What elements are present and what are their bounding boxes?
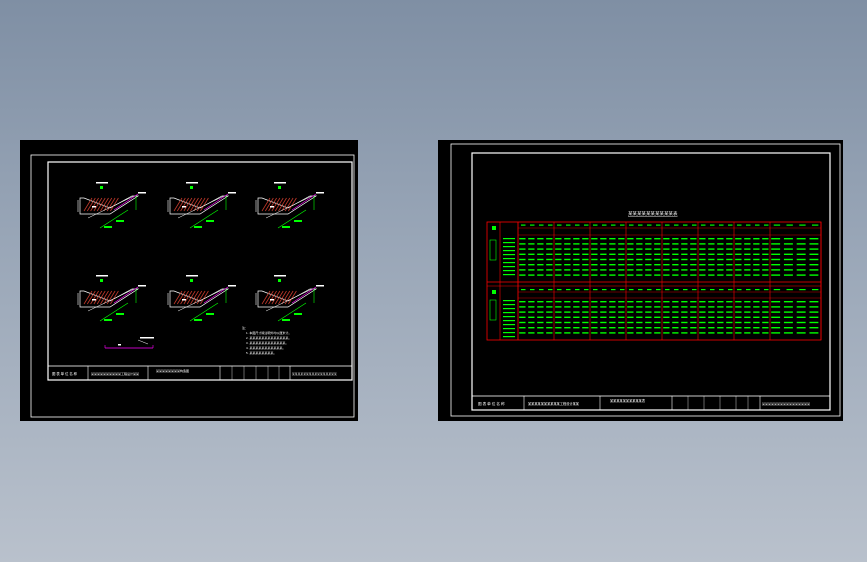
right-inner-frame xyxy=(471,152,831,411)
note-line: 注： xyxy=(242,325,248,330)
section-detail xyxy=(77,275,146,322)
cad-model-viewport[interactable]: 注： 1. 本图尺寸除注明外均以厘米计。 2. 某某某某某某某某某某某某某。 3… xyxy=(0,0,867,562)
standalone-detail xyxy=(104,337,154,349)
section-detail xyxy=(255,182,324,229)
title-block-cell: 某某某某某某某某某某某某某某某某 xyxy=(762,401,810,406)
note-line: 1. 本图尺寸除注明外均以厘米计。 xyxy=(246,330,291,335)
left-outer-frame xyxy=(30,154,355,418)
title-block-cell: 图 表 单 位 名 称 xyxy=(52,371,78,376)
section-detail xyxy=(167,182,236,229)
right-outer-frame xyxy=(450,143,841,417)
note-line: 5. 某某某某某某某某。 xyxy=(246,350,276,355)
left-title-block: 图 表 单 位 名 称 某某某某某某某某某某工程设计某某 某某某某某某某某构造图… xyxy=(47,365,353,381)
title-block-cell: 某某某某某某某某某某表 xyxy=(610,398,646,403)
title-block-cell: 某某某某某某某某某某工程设计某某 xyxy=(528,401,580,406)
note-line: 2. 某某某某某某某某某某某某某。 xyxy=(246,335,291,340)
data-table xyxy=(486,221,822,341)
right-drawing-canvas: 某某某某某某某某某某表 图 表 单 位 名 称 某某某某某某某某某某工程设计某某… xyxy=(450,143,841,417)
left-inner-frame xyxy=(47,161,353,381)
title-block-cell: 某某某某某某某某某某工程设计某某 xyxy=(91,371,139,376)
title-block-cell: 某某某某某某某某某某某某某某某某 xyxy=(292,372,337,376)
left-drawing-canvas: 注： 1. 本图尺寸除注明外均以厘米计。 2. 某某某某某某某某某某某某某。 3… xyxy=(30,154,355,418)
section-detail xyxy=(255,275,324,322)
note-line: 3. 某某某某某某某某某某某某。 xyxy=(246,340,288,345)
right-title-block: 图 表 单 位 名 称 某某某某某某某某某某工程设计某某 某某某某某某某某某某表… xyxy=(471,395,831,411)
right-drawing-sheet[interactable]: 某某某某某某某某某某表 图 表 单 位 名 称 某某某某某某某某某某工程设计某某… xyxy=(438,140,843,421)
note-line: 4. 某某某某某某某某某某某。 xyxy=(246,345,285,350)
detail-sections xyxy=(77,182,324,349)
table-title: 某某某某某某某某某某表 xyxy=(628,210,678,217)
section-detail xyxy=(167,275,236,322)
section-detail xyxy=(77,182,146,229)
title-block-cell: 某某某某某某某某构造图 xyxy=(156,368,189,373)
title-block-cell: 图 表 单 位 名 称 xyxy=(478,401,505,406)
notes-block: 注： 1. 本图尺寸除注明外均以厘米计。 2. 某某某某某某某某某某某某某。 3… xyxy=(242,325,291,355)
left-drawing-sheet[interactable]: 注： 1. 本图尺寸除注明外均以厘米计。 2. 某某某某某某某某某某某某某。 3… xyxy=(20,140,358,421)
